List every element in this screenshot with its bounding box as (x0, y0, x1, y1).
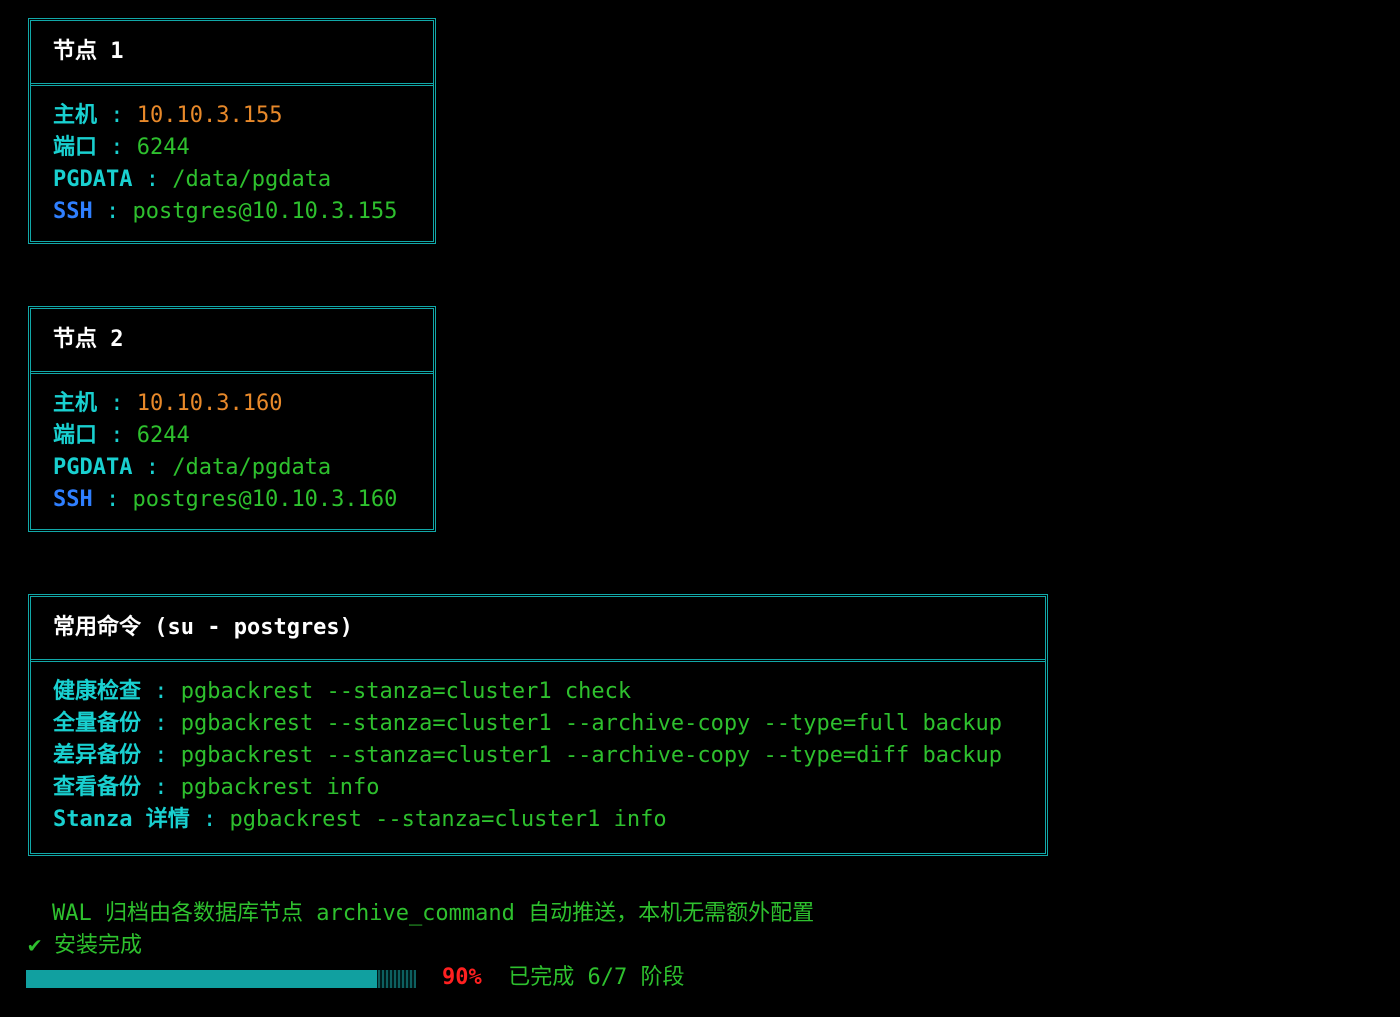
command-row-stanza-info: Stanza 详情 : pgbackrest --stanza=cluster1… (53, 807, 667, 832)
command-text: pgbackrest --stanza=cluster1 info (229, 807, 667, 832)
progress-status: 90% 已完成 6/7 阶段 (442, 962, 684, 994)
node-2-box: 节点 2 主机 : 10.10.3.160 端口 : 6244 PGDATA :… (28, 306, 436, 532)
commands-title: 常用命令 (su - postgres) (31, 597, 1045, 662)
node-1-box: 节点 1 主机 : 10.10.3.155 端口 : 6244 PGDATA :… (28, 18, 436, 244)
install-done-line: ✔ 安装完成 (28, 930, 142, 962)
node-2-host: 10.10.3.160 (136, 391, 283, 416)
install-done-text: 安装完成 (54, 933, 143, 958)
progress-stage-text: 已完成 6/7 阶段 (508, 965, 685, 990)
command-text: pgbackrest info (180, 775, 380, 800)
wal-note: WAL 归档由各数据库节点 archive_command 自动推送，本机无需额… (52, 901, 815, 926)
command-row-info: 查看备份 : pgbackrest info (53, 775, 380, 800)
node-1-pgdata: /data/pgdata (172, 167, 332, 192)
command-text: pgbackrest --stanza=cluster1 check (180, 679, 632, 704)
node-1-title: 节点 1 (31, 21, 433, 86)
node-2-title: 节点 2 (31, 309, 433, 374)
node-2-ssh: postgres@10.10.3.160 (132, 487, 398, 512)
node-1-port: 6244 (136, 135, 190, 160)
node-2-port: 6244 (136, 423, 190, 448)
node-2-pgdata: /data/pgdata (172, 455, 332, 480)
node-1-host: 10.10.3.155 (136, 103, 283, 128)
node-2-port-row: 端口 : 6244 (53, 423, 190, 448)
node-2-host-row: 主机 : 10.10.3.160 (53, 391, 283, 416)
command-row-diff-backup: 差异备份 : pgbackrest --stanza=cluster1 --ar… (53, 743, 1002, 768)
check-icon: ✔ (28, 933, 42, 958)
node-1-host-row: 主机 : 10.10.3.155 (53, 103, 283, 128)
command-text: pgbackrest --stanza=cluster1 --archive-c… (180, 743, 1002, 768)
command-text: pgbackrest --stanza=cluster1 --archive-c… (180, 711, 1002, 736)
node-1-port-row: 端口 : 6244 (53, 135, 190, 160)
node-2-pgdata-row: PGDATA : /data/pgdata (53, 455, 332, 480)
node-1-ssh-row: SSH : postgres@10.10.3.155 (53, 199, 398, 224)
commands-box: 常用命令 (su - postgres) 健康检查 : pgbackrest -… (28, 594, 1048, 856)
progress-bar-fill (26, 970, 377, 988)
node-1-pgdata-row: PGDATA : /data/pgdata (53, 167, 332, 192)
command-row-full-backup: 全量备份 : pgbackrest --stanza=cluster1 --ar… (53, 711, 1002, 736)
node-2-ssh-row: SSH : postgres@10.10.3.160 (53, 487, 398, 512)
progress-percent: 90% (442, 965, 482, 990)
node-1-ssh: postgres@10.10.3.155 (132, 199, 398, 224)
progress-bar (26, 970, 416, 988)
command-row-health: 健康检查 : pgbackrest --stanza=cluster1 chec… (53, 679, 632, 704)
